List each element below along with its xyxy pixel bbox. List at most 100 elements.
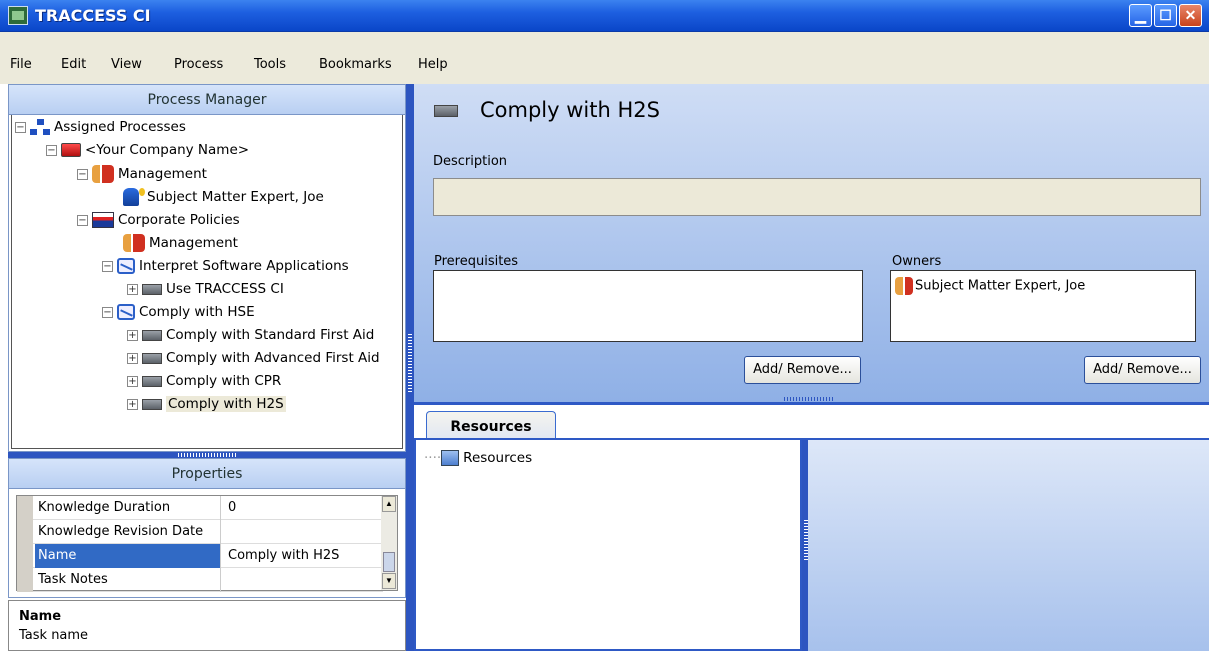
splitter-grip	[408, 334, 412, 394]
collapse-icon[interactable]: −	[15, 121, 26, 133]
tree-item-cpr[interactable]: + Comply with CPR	[127, 371, 281, 391]
menu-process[interactable]: Process	[174, 57, 223, 72]
tree-item-resources[interactable]: ···· Resources	[424, 450, 532, 466]
property-description: Name Task name	[8, 600, 406, 651]
tree-item-subject-matter-expert[interactable]: Subject Matter Expert, Joe	[123, 187, 324, 207]
tree-item-management-2[interactable]: Management	[123, 233, 238, 253]
menu-help[interactable]: Help	[418, 57, 448, 72]
app-icon	[8, 6, 28, 25]
maximize-icon: ☐	[1159, 7, 1172, 23]
property-name: Knowledge Revision Date	[35, 520, 221, 544]
resources-tabstrip: Resources	[414, 402, 1209, 441]
process-tree[interactable]: − Assigned Processes − <Your Company Name>…	[11, 115, 403, 449]
collapse-icon[interactable]: −	[46, 144, 57, 156]
menu-file[interactable]: File	[10, 57, 32, 72]
expand-icon[interactable]: +	[127, 329, 138, 341]
menu-bookmarks[interactable]: Bookmarks	[319, 57, 392, 72]
property-row[interactable]: Task Notes	[17, 568, 383, 592]
property-name: Task Notes	[35, 568, 221, 592]
splitter-grip-dots	[784, 397, 834, 401]
task-icon	[142, 329, 162, 341]
scroll-down-icon[interactable]: ▼	[382, 573, 396, 589]
close-icon: ✕	[1184, 7, 1197, 23]
minimize-button[interactable]: ▁	[1129, 4, 1152, 27]
tree-item-corporate-policies[interactable]: − Corporate Policies	[77, 210, 240, 230]
tree-item-interpret-software[interactable]: − Interpret Software Applications	[102, 256, 349, 276]
property-value[interactable]	[223, 568, 383, 592]
property-row-selected[interactable]: Name Comply with H2S	[17, 544, 383, 568]
process-icon	[117, 304, 135, 320]
tree-item-standard-first-aid[interactable]: + Comply with Standard First Aid	[127, 325, 374, 345]
menu-tools[interactable]: Tools	[254, 57, 286, 72]
tree-item-h2s[interactable]: + Comply with H2S	[127, 394, 286, 414]
properties-panel: Properties Knowledge Duration 0 Knowledg…	[8, 458, 406, 598]
group-icon	[895, 277, 913, 295]
tree-connector: ····	[424, 450, 442, 466]
collapse-icon[interactable]: −	[102, 306, 113, 318]
maximize-button[interactable]: ☐	[1154, 4, 1177, 27]
group-icon	[92, 165, 114, 183]
property-description-name: Name	[19, 609, 62, 624]
vertical-splitter[interactable]	[406, 84, 414, 651]
process-manager-panel: Process Manager − Assigned Processes − <Yo…	[8, 84, 406, 452]
close-button[interactable]: ✕	[1179, 4, 1202, 27]
tab-resources[interactable]: Resources	[426, 411, 556, 441]
description-field[interactable]	[433, 178, 1201, 216]
menu-edit[interactable]: Edit	[61, 57, 86, 72]
tree-item-use-traccess[interactable]: + Use TRACCESS CI	[127, 279, 284, 299]
tree-item-assigned-processes[interactable]: − Assigned Processes	[15, 117, 186, 137]
prerequisites-list[interactable]	[433, 270, 863, 342]
detail-title: Comply with H2S	[480, 98, 660, 122]
owners-add-remove-button[interactable]: Add/ Remove...	[1084, 356, 1201, 384]
property-value[interactable]: Comply with H2S	[223, 544, 383, 568]
expand-icon[interactable]: +	[127, 375, 138, 387]
collapse-icon[interactable]: −	[102, 260, 113, 272]
collapse-icon[interactable]: −	[77, 168, 88, 180]
description-label: Description	[433, 154, 508, 169]
scroll-up-icon[interactable]: ▲	[382, 496, 396, 512]
splitter-grip	[178, 453, 238, 457]
row-gutter	[17, 544, 33, 568]
owner-item[interactable]: Subject Matter Expert, Joe	[895, 277, 1085, 295]
property-row[interactable]: Knowledge Revision Date	[17, 520, 383, 544]
property-value[interactable]	[223, 520, 383, 544]
process-icon	[117, 258, 135, 274]
policy-icon	[92, 212, 114, 228]
property-scrollbar[interactable]: ▲ ▼	[381, 496, 397, 590]
task-icon	[142, 398, 162, 410]
prerequisites-add-remove-button[interactable]: Add/ Remove...	[744, 356, 861, 384]
resource-detail-area	[808, 440, 1209, 651]
tree-item-company[interactable]: − <Your Company Name>	[46, 140, 249, 160]
task-icon	[434, 105, 458, 117]
property-row[interactable]: Knowledge Duration 0	[17, 496, 383, 520]
tree-item-advanced-first-aid[interactable]: + Comply with Advanced First Aid	[127, 348, 380, 368]
expand-icon[interactable]: +	[127, 398, 138, 410]
property-name: Name	[35, 544, 221, 568]
expand-icon[interactable]: +	[127, 283, 138, 295]
tree-item-management[interactable]: − Management	[77, 164, 207, 184]
owners-list[interactable]: Subject Matter Expert, Joe	[890, 270, 1196, 342]
scroll-thumb[interactable]	[383, 552, 395, 572]
property-grid[interactable]: Knowledge Duration 0 Knowledge Revision …	[16, 495, 398, 592]
owners-label: Owners	[892, 254, 942, 269]
process-manager-header: Process Manager	[9, 85, 405, 115]
title-bar: TRACCESS CI ▁ ☐ ✕	[0, 0, 1209, 32]
resources-tree[interactable]: ···· Resources	[414, 440, 802, 651]
window-title: TRACCESS CI	[35, 6, 151, 25]
properties-header: Properties	[9, 459, 405, 489]
org-chart-icon	[30, 119, 50, 135]
detail-panel: Comply with H2S Description Prerequisite…	[414, 84, 1209, 402]
expand-icon[interactable]: +	[127, 352, 138, 364]
owner-name: Subject Matter Expert, Joe	[915, 278, 1086, 294]
collapse-icon[interactable]: −	[77, 214, 88, 226]
menu-view[interactable]: View	[111, 57, 142, 72]
tree-item-comply-hse[interactable]: − Comply with HSE	[102, 302, 255, 322]
property-name: Knowledge Duration	[35, 496, 221, 520]
menu-bar: File Edit View Process Tools Bookmarks H…	[0, 32, 1209, 84]
task-icon	[142, 375, 162, 387]
property-description-text: Task name	[19, 628, 89, 643]
row-gutter	[17, 568, 33, 592]
property-value[interactable]: 0	[223, 496, 383, 520]
task-icon	[142, 283, 162, 295]
row-gutter	[17, 520, 33, 544]
